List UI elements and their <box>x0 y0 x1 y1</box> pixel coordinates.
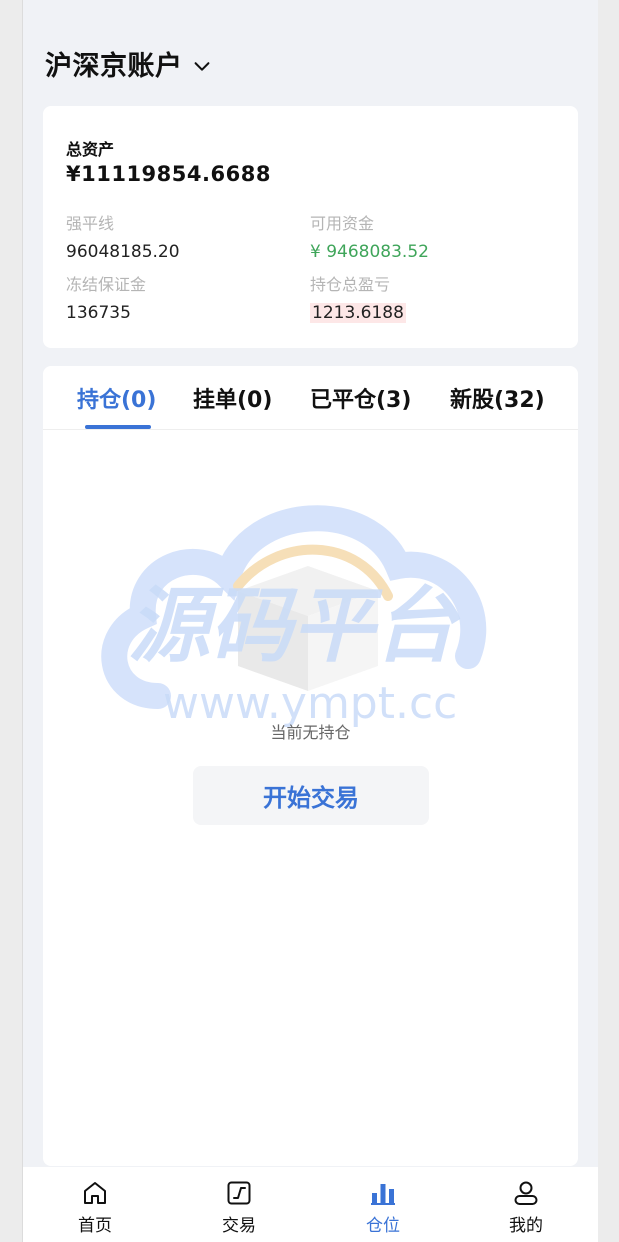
total-pnl-stat: 持仓总盈亏 1213.6188 <box>310 271 406 323</box>
frozen-margin-label: 冻结保证金 <box>66 275 147 294</box>
total-assets-label: 总资产 <box>66 140 115 159</box>
nav-trade-label: 交易 <box>222 1216 256 1236</box>
watermark-text: 源码平台 <box>128 579 461 674</box>
active-tab-indicator <box>85 425 151 429</box>
asset-summary-card: 总资产 ¥11119854.6688 强平线 96048185.20 可用资金 … <box>43 106 578 348</box>
position-tabs: 持仓(0) 挂单(0) 已平仓(3) 新股(32) <box>43 366 578 430</box>
liquidation-label: 强平线 <box>66 214 115 233</box>
trade-icon <box>227 1181 251 1205</box>
watermark-logo: 源码平台 www.ympt.cc <box>101 505 487 729</box>
position-icon <box>371 1184 395 1205</box>
frozen-margin-value: 136735 <box>66 303 131 323</box>
chevron-down-icon <box>194 61 209 71</box>
nav-position[interactable]: 仓位 <box>343 1179 423 1236</box>
tab-holdings[interactable]: 持仓(0) <box>77 382 156 414</box>
total-assets-value: ¥11119854.6688 <box>66 162 271 186</box>
positions-card: 持仓(0) 挂单(0) 已平仓(3) 新股(32) 源码平台 www.ympt.… <box>43 366 578 1166</box>
available-funds-value: ¥ 9468083.52 <box>310 242 429 262</box>
nav-mine-label: 我的 <box>509 1216 543 1236</box>
user-icon <box>514 1181 538 1205</box>
liquidation-value: 96048185.20 <box>66 242 180 262</box>
start-trading-button[interactable]: 开始交易 <box>193 766 429 825</box>
total-pnl-label: 持仓总盈亏 <box>310 275 391 294</box>
empty-state-text: 当前无持仓 <box>270 723 351 742</box>
available-funds-stat: 可用资金 ¥ 9468083.52 <box>310 210 429 262</box>
account-selector[interactable]: 沪深京账户 <box>45 44 213 83</box>
tab-ipo[interactable]: 新股(32) <box>450 382 545 414</box>
liquidation-stat: 强平线 96048185.20 <box>66 210 180 262</box>
nav-mine[interactable]: 我的 <box>486 1179 566 1236</box>
tab-pending-orders[interactable]: 挂单(0) <box>193 382 272 414</box>
tab-closed[interactable]: 已平仓(3) <box>310 382 411 414</box>
available-funds-label: 可用资金 <box>310 214 375 233</box>
home-icon <box>84 1182 106 1204</box>
nav-home[interactable]: 首页 <box>55 1179 135 1236</box>
frozen-margin-stat: 冻结保证金 136735 <box>66 271 146 323</box>
nav-position-label: 仓位 <box>366 1216 400 1236</box>
bottom-nav: 首页 交易 仓位 我的 <box>23 1167 598 1242</box>
account-title: 沪深京账户 <box>45 51 183 82</box>
nav-home-label: 首页 <box>78 1216 112 1236</box>
total-pnl-value: 1213.6188 <box>310 303 406 323</box>
nav-trade[interactable]: 交易 <box>199 1179 279 1236</box>
app-screen: 沪深京账户 总资产 ¥11119854.6688 强平线 96048185.20… <box>22 0 598 1242</box>
